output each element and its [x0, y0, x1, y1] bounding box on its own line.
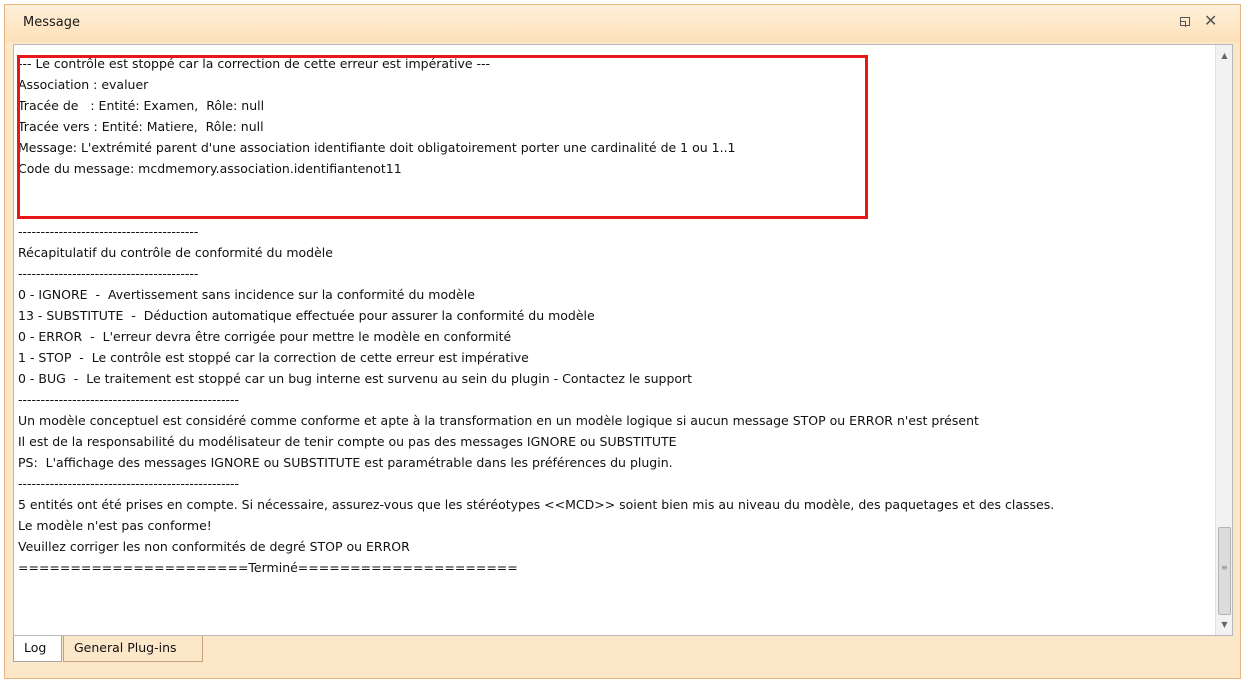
tab-general-plug-ins[interactable]: General Plug-ins: [63, 636, 203, 662]
message-line: Code du message: mcdmemory.association.i…: [18, 161, 402, 176]
message-line: Message: L'extrémité parent d'une associ…: [18, 140, 736, 155]
message-line: Récapitulatif du contrôle de conformité …: [18, 245, 333, 260]
message-line: --- Le contrôle est stoppé car la correc…: [18, 56, 491, 71]
message-line: [18, 179, 1208, 200]
message-line: [18, 200, 1208, 221]
message-panel: Message ✕ --- Le contrôle est stoppé car…: [4, 4, 1241, 679]
message-line: PS: L'affichage des messages IGNORE ou S…: [18, 455, 673, 470]
message-line: ======================Terminé===========…: [18, 560, 518, 575]
message-log-area[interactable]: --- Le contrôle est stoppé car la correc…: [13, 44, 1233, 636]
restore-window-icon[interactable]: [1180, 17, 1190, 27]
scroll-up-arrow-icon[interactable]: ▲: [1216, 47, 1232, 64]
message-line: ----------------------------------------…: [18, 392, 240, 407]
message-line: Le modèle n'est pas conforme!: [18, 518, 212, 533]
message-line: Association : evaluer: [18, 77, 149, 92]
message-line: 0 - IGNORE - Avertissement sans incidenc…: [18, 287, 475, 302]
grip-icon: ≡: [1221, 563, 1228, 572]
panel-title: Message: [23, 15, 80, 30]
message-line: 0 - ERROR - L'erreur devra être corrigée…: [18, 329, 512, 344]
scrollbar-thumb[interactable]: ≡: [1218, 527, 1231, 615]
message-line: ----------------------------------------: [18, 224, 199, 239]
message-line: 13 - SUBSTITUTE - Déduction automatique …: [18, 308, 595, 323]
message-text: --- Le contrôle est stoppé car la correc…: [18, 53, 1208, 578]
message-line: ----------------------------------------: [18, 266, 199, 281]
tab-log[interactable]: Log: [13, 636, 62, 662]
message-line: 5 entités ont été prises en compte. Si n…: [18, 497, 1055, 512]
panel-titlebar: Message ✕: [5, 5, 1240, 42]
vertical-scrollbar[interactable]: ▲ ≡ ▼: [1215, 45, 1232, 635]
message-line: Tracée de : Entité: Examen, Rôle: null: [18, 98, 265, 113]
scroll-down-arrow-icon[interactable]: ▼: [1216, 616, 1232, 633]
close-icon[interactable]: ✕: [1204, 11, 1217, 30]
message-line: Tracée vers : Entité: Matiere, Rôle: nul…: [18, 119, 264, 134]
message-line: Veuillez corriger les non conformités de…: [18, 539, 410, 554]
message-line: ----------------------------------------…: [18, 476, 240, 491]
message-line: Un modèle conceptuel est considéré comme…: [18, 413, 979, 428]
message-line: Il est de la responsabilité du modélisat…: [18, 434, 677, 449]
message-line: 0 - BUG - Le traitement est stoppé car u…: [18, 371, 693, 386]
message-line: 1 - STOP - Le contrôle est stoppé car la…: [18, 350, 529, 365]
